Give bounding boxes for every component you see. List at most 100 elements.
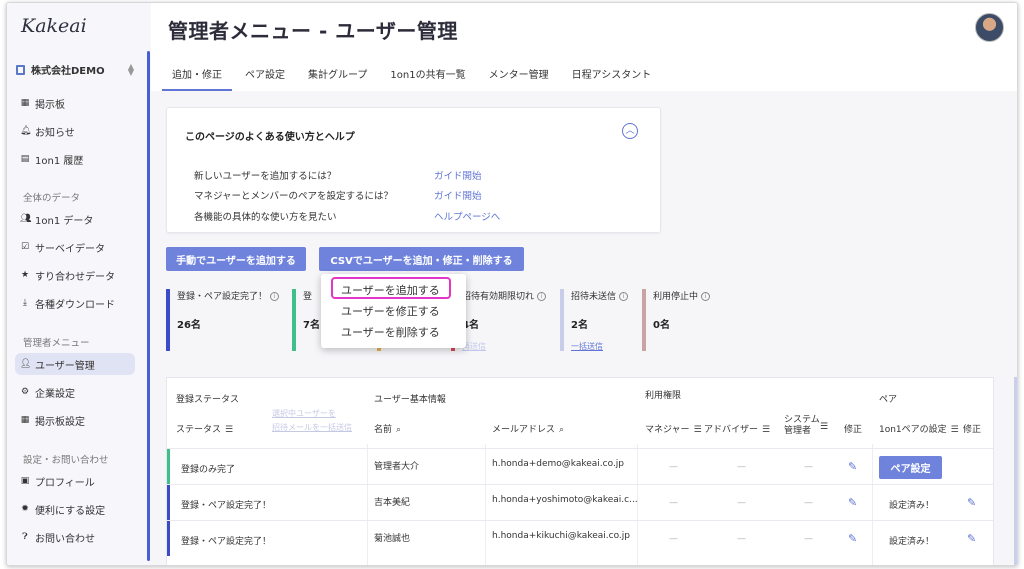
stat-suspended: 利用停止中 i 0名 <box>642 289 711 351</box>
stat-value: 7名 <box>303 320 320 331</box>
sidebar-item-1on1-data[interactable]: 👥︎ 1on1 データ <box>7 208 137 230</box>
sidebar-item-board-settings[interactable]: ▦ 掲示板設定 <box>7 409 137 431</box>
pair-status-cell: 設定済み！ <box>889 501 935 511</box>
pair-setting-button[interactable]: ペア設定 <box>879 456 942 479</box>
sidebar-item-board[interactable]: ▦ 掲示板 <box>7 92 137 114</box>
help-link[interactable]: ガイド開始 <box>434 188 482 202</box>
section-heading-settings: 設定・お問い合わせ <box>23 455 109 466</box>
avatar[interactable] <box>975 13 1004 42</box>
section-heading-admin: 管理者メニュー <box>23 338 90 349</box>
table-scrollbar[interactable] <box>1014 377 1017 565</box>
sidebar: Kakeai 株式会社DEMO ▲ ▼ ▦ 掲示板 🔔︎ お知らせ ▤ 1on1 履歴 … <box>7 3 151 565</box>
group-header-status: 登録ステータス <box>176 395 240 405</box>
stat-not-invited: 招待未送信 i 2名 一括送信 <box>560 289 629 352</box>
sidebar-item-preferences[interactable]: ✹ 便利にする設定 <box>7 498 137 520</box>
stat-pair-complete: 登録・ペア設定完了！ i 26名 <box>166 289 280 351</box>
info-icon[interactable]: i <box>270 292 280 301</box>
csv-dropdown-menu: ユーザーを追加する ユーザーを修正する ユーザーを削除する <box>321 274 466 348</box>
sidebar-item-user-management[interactable]: 👤︎ ユーザー管理 <box>15 353 135 375</box>
stat-value: 2名 <box>571 320 588 331</box>
csv-user-button[interactable]: CSVでユーザーを追加・修正・削除する <box>319 247 524 271</box>
pencil-icon[interactable]: ✎ <box>967 532 976 545</box>
app-logo[interactable]: Kakeai <box>21 15 87 37</box>
help-question: 新しいユーザーを追加するには？ <box>194 171 337 182</box>
info-icon[interactable]: i <box>619 292 629 301</box>
page-header: 管理者メニュー - ユーザー管理 追加・修正 ペア設定 集計グループ 1on1の… <box>151 3 1017 91</box>
filter-icon[interactable]: ☰ <box>694 425 702 435</box>
pencil-icon[interactable]: ✎ <box>967 496 976 509</box>
col-sysadmin[interactable]: システム 管理者 <box>784 415 820 437</box>
info-icon[interactable]: i <box>701 292 711 301</box>
help-link[interactable]: ヘルプページへ <box>434 209 500 223</box>
filter-icon[interactable]: ☰ <box>762 425 770 435</box>
bulk-send-link[interactable]: 一括送信 <box>571 341 628 352</box>
help-icon: ❓︎ <box>22 532 28 542</box>
name-cell: 管理者大介 <box>374 462 420 472</box>
manual-add-user-button[interactable]: 手動でユーザーを追加する <box>166 247 306 271</box>
pencil-icon[interactable]: ✎ <box>848 496 857 509</box>
sidebar-item-history[interactable]: ▤ 1on1 履歴 <box>7 148 137 170</box>
email-cell: h.honda+demo@kakeai.co.jp <box>492 459 625 469</box>
tab-1on1-sharing[interactable]: 1on1の共有一覧 <box>380 60 475 91</box>
app-window: Kakeai 株式会社DEMO ▲ ▼ ▦ 掲示板 🔔︎ お知らせ ▤ 1on1 履歴 … <box>6 2 1018 566</box>
tab-add-edit[interactable]: 追加・修正 <box>162 60 232 91</box>
tab-pair-settings[interactable]: ペア設定 <box>235 60 295 91</box>
search-icon[interactable]: ⌕ <box>396 425 401 435</box>
help-link[interactable]: ガイド開始 <box>434 168 482 182</box>
table-row[interactable]: 登録・ペア設定完了！ 吉本美紀 h.honda+yoshimoto@kakeai… <box>167 484 993 520</box>
stat-value: 26名 <box>177 320 201 331</box>
sidebar-item-alignment-data[interactable]: ★ すり合わせデータ <box>7 264 137 286</box>
sidebar-scrollbar[interactable] <box>147 51 150 561</box>
section-heading-data: 全体のデータ <box>23 193 81 204</box>
building-icon <box>16 64 25 75</box>
sidebar-item-company-settings[interactable]: ⚙ 企業設定 <box>7 381 137 403</box>
sidebar-item-contact[interactable]: ❓︎ お問い合わせ <box>7 526 137 548</box>
filter-icon[interactable]: ☰ <box>225 425 233 435</box>
pencil-icon[interactable]: ✎ <box>848 460 857 473</box>
selected-users-link[interactable]: 選択中ユーザーを <box>272 408 336 419</box>
gear-icon: ✹ <box>21 504 29 514</box>
filter-icon[interactable]: ☰ <box>820 422 828 432</box>
download-icon: ⤓ <box>23 298 27 308</box>
menu-item-edit-users[interactable]: ユーザーを修正する <box>341 303 440 319</box>
chevron-up-icon[interactable]: ︿ <box>622 123 638 139</box>
help-question: マネジャーとメンバーのペアを設定するには？ <box>194 191 394 202</box>
company-name: 株式会社DEMO <box>31 66 105 77</box>
pencil-icon[interactable]: ✎ <box>848 532 857 545</box>
sidebar-item-downloads[interactable]: ⤓ 各種ダウンロード <box>7 292 137 314</box>
sidebar-item-profile[interactable]: ▣ プロフィール <box>7 470 137 492</box>
group-header-pair: ペア <box>879 395 898 405</box>
table-row[interactable]: 登録・ペア設定完了！ 菊池誠也 h.honda+kikuchi@kakeai.c… <box>167 520 993 556</box>
col-pair-setting[interactable]: 1on1ペアの設定 ☰ <box>879 422 959 435</box>
email-cell: h.honda+kikuchi@kakeai.co.jp <box>492 531 630 541</box>
bulk-invite-link[interactable]: 招待メールを一括送信 <box>272 422 352 433</box>
star-icon: ★ <box>20 270 30 280</box>
status-bar <box>167 521 170 556</box>
col-email[interactable]: メールアドレス ⌕ <box>492 422 564 435</box>
tab-aggregate-groups[interactable]: 集計グループ <box>298 60 377 91</box>
col-status[interactable]: ステータス ☰ <box>176 422 233 435</box>
stat-value: 0名 <box>653 320 670 331</box>
menu-item-add-users[interactable]: ユーザーを追加する <box>341 282 440 298</box>
company-switcher[interactable]: 株式会社DEMO ▲ ▼ <box>16 62 134 77</box>
resend-link[interactable]: 再送信 <box>462 341 546 352</box>
help-card: このページのよくある使い方とヘルプ ︿ 新しいユーザーを追加するには？ ガイド開… <box>166 107 661 233</box>
table-row[interactable]: 登録のみ完了 管理者大介 h.honda+demo@kakeai.co.jp —… <box>167 448 993 484</box>
sidebar-item-survey-data[interactable]: ☑ サーベイデータ <box>7 236 137 258</box>
status-cell: 登録・ペア設定完了！ <box>181 537 272 547</box>
tab-mentor-management[interactable]: メンター管理 <box>479 60 559 91</box>
info-icon[interactable]: i <box>537 292 547 301</box>
col-advisor[interactable]: アドバイザー ☰ <box>704 422 770 435</box>
email-cell: h.honda+yoshimoto@kakeai.c... <box>492 495 638 505</box>
page-title: 管理者メニュー - ユーザー管理 <box>168 19 458 43</box>
filter-icon[interactable]: ☰ <box>951 425 959 435</box>
name-cell: 吉本美紀 <box>374 498 411 508</box>
status-cell: 登録のみ完了 <box>181 465 236 475</box>
col-manager[interactable]: マネジャー ☰ <box>645 422 702 435</box>
col-name[interactable]: 名前 ⌕ <box>374 422 401 435</box>
menu-item-delete-users[interactable]: ユーザーを削除する <box>341 324 440 340</box>
search-icon[interactable]: ⌕ <box>559 425 564 435</box>
stat-value: 4名 <box>462 320 479 331</box>
sidebar-item-notifications[interactable]: 🔔︎ お知らせ <box>7 120 137 142</box>
tab-schedule-assistant[interactable]: 日程アシスタント <box>562 60 662 91</box>
